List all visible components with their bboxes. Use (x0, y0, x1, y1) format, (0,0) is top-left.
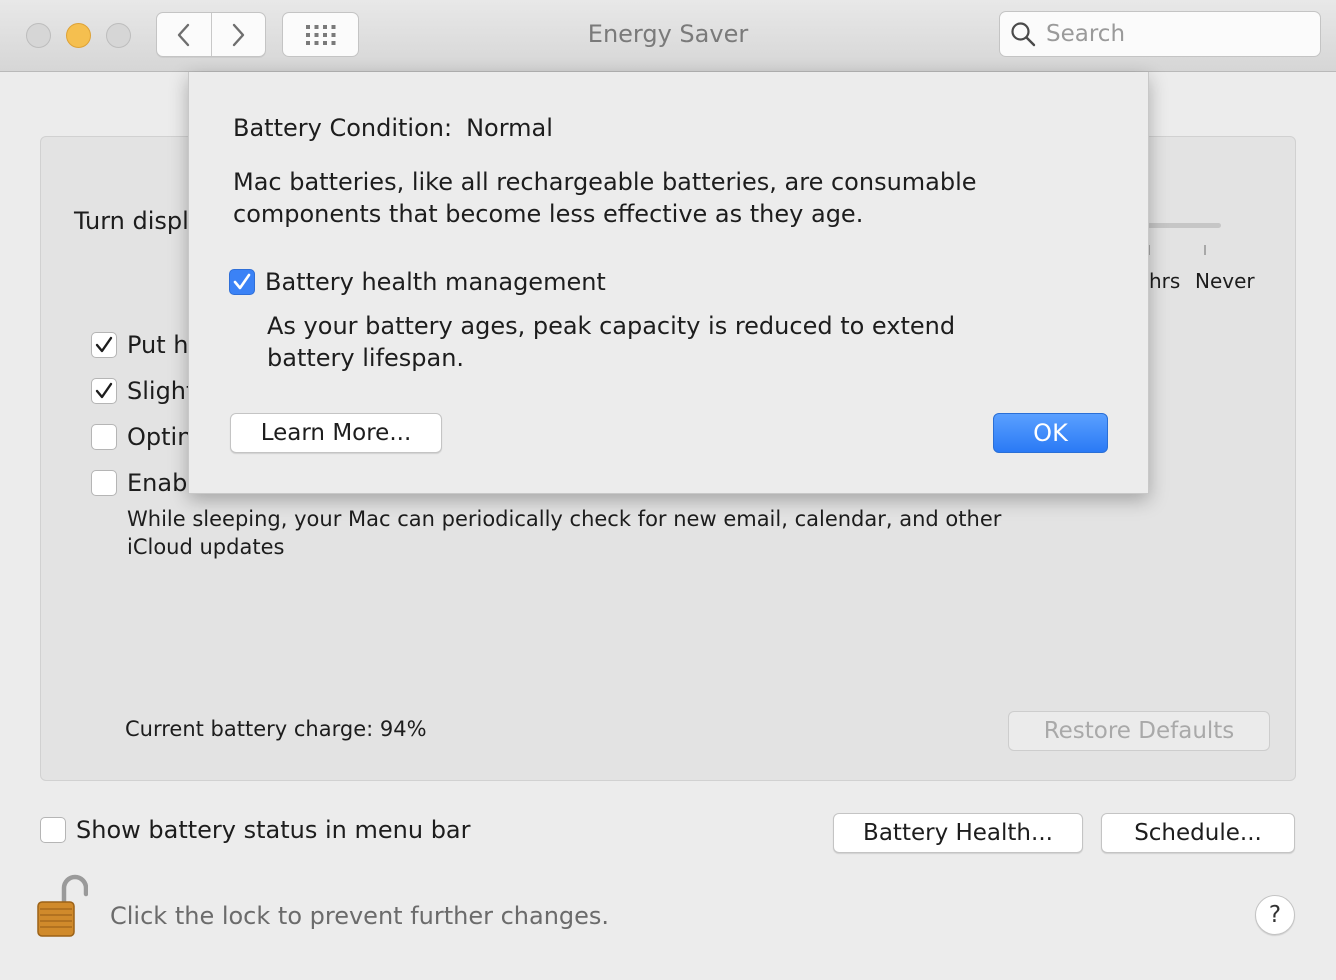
battery-charge-label: Current battery charge: 94% (125, 717, 427, 741)
zoom-button[interactable] (106, 23, 131, 48)
tick-label-never: Never (1195, 269, 1255, 293)
option-row[interactable]: Put h (91, 331, 189, 359)
power-nap-description: While sleeping, your Mac can periodicall… (127, 507, 1002, 559)
option-checkbox[interactable] (91, 424, 117, 450)
minimize-button[interactable] (66, 23, 91, 48)
lock-button[interactable] (34, 874, 89, 942)
back-button[interactable] (157, 13, 211, 56)
battery-health-button[interactable]: Battery Health... (833, 813, 1083, 853)
nav-group (156, 12, 266, 57)
checkmark-icon (95, 336, 113, 353)
energy-saver-window: Energy Saver Turn displ hrs Never Put h (0, 0, 1336, 980)
battery-info-text: Mac batteries, like all rechargeable bat… (233, 168, 977, 228)
checkmark-icon (233, 273, 251, 290)
battery-health-management-row[interactable]: Battery health management (229, 268, 606, 296)
display-sleep-slider[interactable] (1141, 223, 1221, 228)
search-icon (1011, 22, 1036, 47)
option-row[interactable]: Optin (91, 423, 192, 451)
battery-health-management-checkbox[interactable] (229, 269, 255, 295)
option-label: Enab (127, 469, 188, 497)
show-all-button[interactable] (282, 12, 359, 57)
option-checkbox[interactable] (91, 332, 117, 358)
chevron-left-icon (177, 23, 189, 46)
show-battery-status-checkbox[interactable] (40, 817, 66, 843)
show-battery-status-row[interactable]: Show battery status in menu bar (40, 816, 471, 844)
close-button[interactable] (26, 23, 51, 48)
option-checkbox[interactable] (91, 378, 117, 404)
option-checkbox[interactable] (91, 470, 117, 496)
lock-message: Click the lock to prevent further change… (110, 902, 610, 930)
slider-tick (1204, 245, 1206, 255)
chevron-right-icon (233, 23, 245, 46)
search-field[interactable] (999, 11, 1321, 57)
option-label: Optin (127, 423, 193, 451)
search-input[interactable] (1046, 21, 1306, 47)
option-label: Slight (127, 377, 196, 405)
battery-condition-label: Battery Condition: (233, 114, 453, 142)
turn-display-off-label: Turn displ (74, 207, 189, 235)
option-label: Put h (127, 331, 189, 359)
tick-label-hrs: hrs (1149, 269, 1181, 293)
grid-icon (305, 24, 335, 45)
show-battery-status-label: Show battery status in menu bar (76, 816, 471, 844)
option-row[interactable]: Slight (91, 377, 195, 405)
help-button[interactable]: ? (1255, 895, 1295, 935)
ok-button[interactable]: OK (993, 413, 1108, 453)
option-row[interactable]: Enab (91, 469, 187, 497)
battery-condition: Battery Condition: Normal (233, 114, 553, 142)
forward-button[interactable] (210, 13, 266, 56)
schedule-button[interactable]: Schedule... (1101, 813, 1295, 853)
title-bar: Energy Saver (0, 0, 1336, 72)
lock-icon (37, 874, 89, 937)
checkmark-icon (95, 382, 113, 399)
battery-health-management-description: As your battery ages, peak capacity is r… (267, 312, 956, 372)
battery-condition-value: Normal (466, 114, 553, 142)
battery-health-management-label: Battery health management (265, 268, 606, 296)
learn-more-button[interactable]: Learn More... (230, 413, 442, 453)
battery-health-sheet: Battery Condition: Normal Mac batteries, … (188, 72, 1149, 494)
restore-defaults-button[interactable]: Restore Defaults (1008, 711, 1270, 751)
